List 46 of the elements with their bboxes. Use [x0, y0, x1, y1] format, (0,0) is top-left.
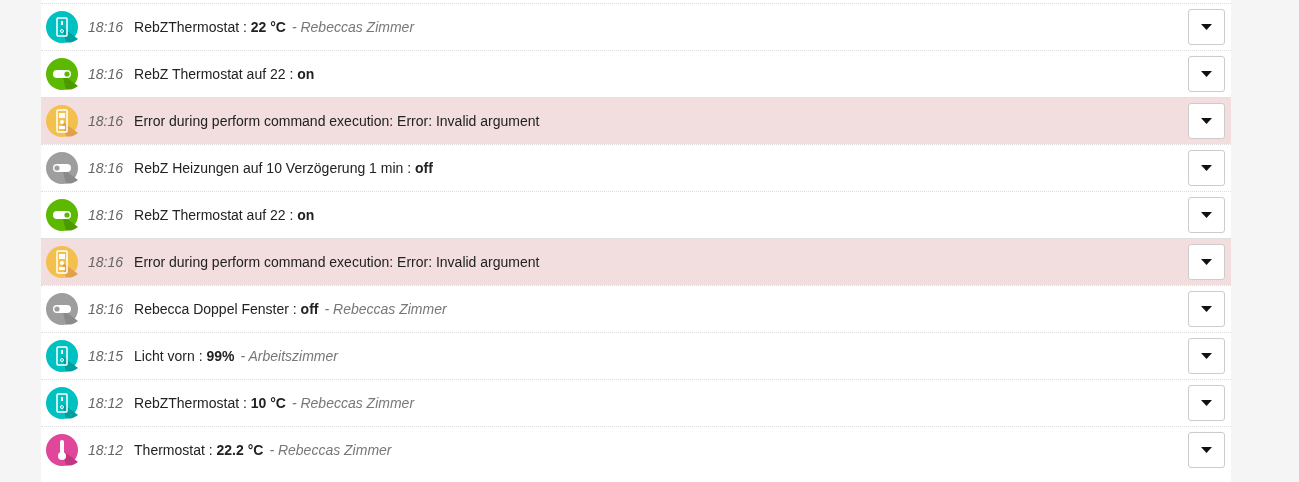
event-time: 18:12: [88, 395, 124, 411]
event-message: Error during perform command execution: Error: Invalid argument: [134, 254, 541, 270]
caret-down-icon: [1201, 165, 1212, 171]
event-message: Error during perform command execution: Error: Invalid argument: [134, 113, 541, 129]
caret-down-icon: [1201, 212, 1212, 218]
event-message: Rebecca Doppel Fenster : off - Rebeccas Zimmer: [134, 301, 448, 317]
light-switch-icon: [46, 11, 78, 43]
dropdown-button[interactable]: [1188, 338, 1225, 374]
event-time: 18:16: [88, 207, 124, 223]
event-time: 18:16: [88, 254, 124, 270]
dropdown-button[interactable]: [1188, 197, 1225, 233]
event-message: Thermostat : 22.2 °C - Rebeccas Zimmer: [134, 442, 393, 458]
caret-down-icon: [1201, 306, 1212, 312]
dropdown-button[interactable]: [1188, 103, 1225, 139]
dropdown-button[interactable]: [1188, 9, 1225, 45]
dropdown-button[interactable]: [1188, 244, 1225, 280]
caret-down-icon: [1201, 259, 1212, 265]
event-message: RebZ Thermostat auf 22 : on: [134, 207, 316, 223]
dropdown-button[interactable]: [1188, 385, 1225, 421]
caret-down-icon: [1201, 24, 1212, 30]
light-switch-icon: [46, 340, 78, 372]
caret-down-icon: [1201, 400, 1212, 406]
caret-down-icon: [1201, 353, 1212, 359]
remote-control-icon: [46, 105, 78, 137]
dropdown-button[interactable]: [1188, 432, 1225, 468]
dropdown-button[interactable]: [1188, 291, 1225, 327]
remote-control-icon: [46, 246, 78, 278]
caret-down-icon: [1201, 71, 1212, 77]
dropdown-button[interactable]: [1188, 150, 1225, 186]
event-time: 18:16: [88, 160, 124, 176]
caret-down-icon: [1201, 118, 1212, 124]
event-message: RebZThermostat : 22 °C - Rebeccas Zimmer: [134, 19, 416, 35]
event-message: RebZ Heizungen auf 10 Verzögerung 1 min : off: [134, 160, 434, 176]
event-time: 18:16: [88, 113, 124, 129]
thermometer-icon: [46, 434, 78, 466]
dropdown-button[interactable]: [1188, 56, 1225, 92]
event-time: 18:16: [88, 301, 124, 317]
event-time: 18:16: [88, 66, 124, 82]
event-message: Licht vorn : 99% - Arbeitszimmer: [134, 348, 340, 364]
event-message: RebZThermostat : 10 °C - Rebeccas Zimmer: [134, 395, 416, 411]
event-message: RebZ Thermostat auf 22 : on: [134, 66, 316, 82]
caret-down-icon: [1201, 447, 1212, 453]
event-time: 18:16: [88, 19, 124, 35]
event-time: 18:15: [88, 348, 124, 364]
light-switch-icon: [46, 387, 78, 419]
event-time: 18:12: [88, 442, 124, 458]
